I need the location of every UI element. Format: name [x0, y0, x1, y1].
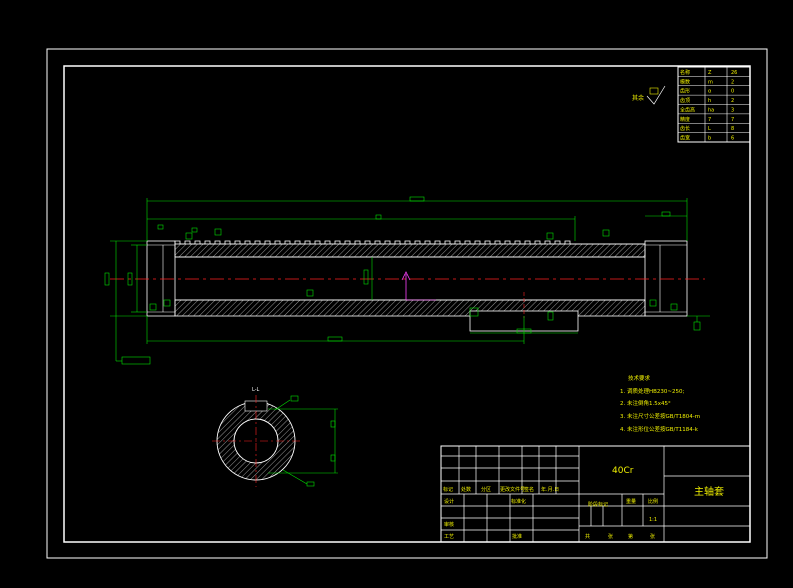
section-view-LL: L-L	[212, 387, 338, 487]
tb-standardization: 标准化	[511, 498, 526, 505]
tb-approve: 批准	[512, 533, 522, 540]
gear-table-cell: 7	[708, 117, 711, 123]
gear-table-cell: 8	[731, 126, 734, 132]
gear-table-cell: b	[708, 136, 711, 142]
gear-table-cell: 7	[731, 117, 734, 123]
section-view-label: L-L	[252, 387, 260, 393]
roughness-note-symbol: 其余	[632, 85, 666, 105]
tb-designer: 设计	[444, 498, 454, 505]
tb-sheet-total-unit: 张	[608, 533, 613, 540]
gear-table-cell: 名称	[680, 69, 690, 76]
gear-table-cell: L	[708, 126, 711, 132]
tb-mark: 标记	[443, 486, 453, 493]
left-end-bearing-seat	[146, 240, 176, 317]
gear-table-cell: 0	[731, 89, 734, 95]
technical-note-1: 1. 调质处理HB230~250;	[620, 387, 685, 395]
technical-notes-heading: 技术要求	[628, 374, 651, 382]
tb-stage-mark: 阶段标记	[588, 501, 608, 508]
main-view-sleeve	[110, 240, 705, 332]
gear-table-cell: 3	[731, 107, 734, 113]
part-name: 主轴套	[694, 485, 724, 498]
technical-notes: 技术要求 1. 调质处理HB230~250; 2. 未注倒角1.5x45° 3.…	[620, 374, 700, 433]
gear-parameter-table: 名称 Z 26 模数 m 2 齿形 α 0 齿顶 h 2 全齿高 ha 3 精度 7 7 齿长 L 8 齿宽 b 6	[677, 66, 751, 143]
upper-wall-section	[174, 243, 646, 258]
tb-zone: 分区	[481, 486, 491, 493]
rack-teeth-profile	[174, 240, 645, 245]
tb-change-doc: 更改文件号	[500, 486, 525, 493]
technical-note-2: 2. 未注倒角1.5x45°	[620, 399, 671, 407]
tb-count: 处数	[461, 486, 471, 493]
tb-signature: 签名	[524, 486, 534, 493]
gear-table-cell: h	[708, 98, 711, 104]
gear-table-cell: 模数	[680, 78, 690, 85]
gear-table-cell: 26	[731, 70, 737, 76]
gear-table-cell: 2	[731, 79, 734, 85]
gear-table-cell: 齿长	[680, 125, 690, 132]
gear-table-cell: 精度	[680, 116, 690, 123]
tb-audit: 审核	[444, 521, 454, 528]
gear-table-cell: 6	[731, 136, 734, 142]
gear-table-cell: α	[708, 89, 712, 95]
gear-table-cell: 全齿高	[680, 106, 695, 113]
tb-weight: 重量	[626, 498, 636, 505]
gear-table-cell: ha	[708, 107, 714, 113]
tb-scale-value: 1:1	[649, 517, 657, 523]
material-value: 40Cr	[612, 466, 634, 476]
tb-ratio: 比例	[648, 498, 658, 505]
tb-sheet-no-unit: 张	[650, 533, 655, 540]
gear-table-cell: 齿形	[680, 88, 690, 95]
gear-table-cell: 齿宽	[680, 135, 690, 142]
cad-drawing-canvas: 名称 Z 26 模数 m 2 齿形 α 0 齿顶 h 2 全齿高 ha 3 精度 7 7 齿长 L 8 齿宽 b 6 其余	[46, 48, 768, 559]
roughness-note-label: 其余	[632, 94, 644, 102]
tb-sheet-no: 第	[628, 533, 633, 540]
tb-date: 年.月.日	[541, 486, 559, 493]
gear-table-cell: 齿顶	[680, 98, 690, 104]
tb-sheet-total: 共	[585, 533, 590, 540]
right-end-bearing-seat	[644, 240, 688, 317]
tb-process: 工艺	[444, 534, 454, 540]
main-view-dimensions	[104, 196, 710, 365]
technical-note-3: 3. 未注尺寸公差按GB/T1804-m	[620, 412, 700, 420]
gear-table-cell: 2	[731, 98, 734, 104]
gear-table-cell: Z	[708, 70, 712, 76]
gear-table-cell: m	[708, 79, 713, 85]
technical-note-4: 4. 未注形位公差按GB/T1184-k	[620, 425, 699, 433]
